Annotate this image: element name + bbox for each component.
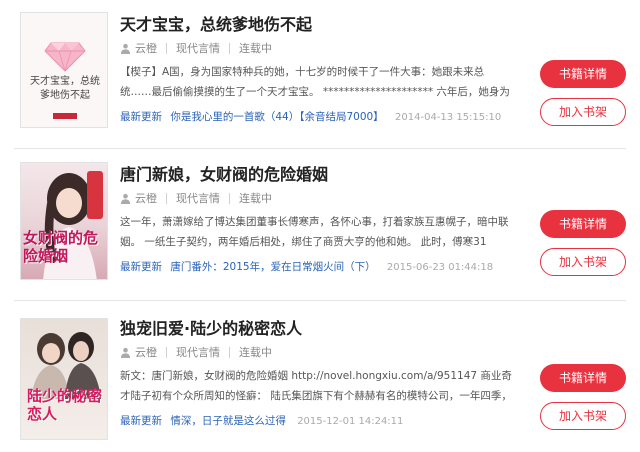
- book-author[interactable]: 云橙: [135, 190, 157, 206]
- latest-label: 最新更新: [120, 261, 162, 273]
- author-icon: [120, 43, 131, 54]
- latest-chapter-link[interactable]: 你是我心里的一首歌（44）【余音结局7000】: [170, 111, 383, 123]
- book-category[interactable]: 现代言情: [176, 40, 220, 56]
- meta-divider: [166, 192, 167, 204]
- meta-divider: [166, 346, 167, 358]
- book-meta: 云橙 现代言情 连载中: [120, 344, 272, 360]
- update-time: 2015-12-01 14:24:11: [297, 416, 404, 427]
- meta-divider: [166, 42, 167, 54]
- book-title[interactable]: 独宠旧爱·陆少的秘密恋人: [120, 315, 302, 339]
- cover-title: 天才宝宝，总统爹地伤不起: [30, 76, 100, 101]
- book-detail-button[interactable]: 书籍详情: [540, 210, 626, 238]
- add-to-shelf-button[interactable]: 加入书架: [540, 98, 626, 126]
- book-status: 连载中: [239, 346, 272, 359]
- book-category[interactable]: 现代言情: [176, 190, 220, 206]
- latest-update: 最新更新 唐门番外：2015年，爱在日常烟火间（下） 2015-06-23 01…: [120, 259, 493, 274]
- latest-chapter-link[interactable]: 情深，日子就是这么过得: [170, 415, 286, 427]
- meta-divider: [229, 42, 230, 54]
- latest-label: 最新更新: [120, 415, 162, 427]
- cover-title: 陆少的秘密恋人: [27, 387, 103, 423]
- book-description: 新文：唐门新娘，女财阀的危险婚姻 http://novel.hongxiu.co…: [120, 370, 512, 402]
- book-meta: 云橙 现代言情 连载中: [120, 190, 272, 206]
- book-description: 这一年，萧潇嫁给了博达集团董事长傅寒声，各怀心事，打着家族互惠幌子，暗中联姻。 …: [120, 216, 509, 248]
- book-status: 连载中: [239, 192, 272, 205]
- book-status: 连载中: [239, 42, 272, 55]
- book-title[interactable]: 天才宝宝，总统爹地伤不起: [120, 11, 312, 35]
- latest-chapter-link[interactable]: 唐门番外：2015年，爱在日常烟火间（下）: [170, 261, 375, 273]
- book-detail-button[interactable]: 书籍详情: [540, 60, 626, 88]
- author-icon: [120, 347, 131, 358]
- author-icon: [120, 193, 131, 204]
- book-author[interactable]: 云橙: [135, 40, 157, 56]
- book-description: 【楔子】A国，身为国家特种兵的她，十七岁的时候干了一件大事：她跟未来总统……最后…: [120, 66, 510, 98]
- book-item: 天才宝宝，总统爹地伤不起 天才宝宝，总统爹地伤不起 云橙 现代言情 连载中 【楔…: [0, 0, 640, 148]
- divider: [14, 300, 626, 301]
- book-cover[interactable]: 天才宝宝，总统爹地伤不起: [20, 12, 108, 128]
- book-category[interactable]: 现代言情: [176, 344, 220, 360]
- meta-divider: [229, 192, 230, 204]
- book-title[interactable]: 唐门新娘，女财阀的危险婚姻: [120, 161, 328, 185]
- update-time: 2015-06-23 01:44:18: [386, 262, 494, 273]
- cover-title: 女财阀的危险婚姻: [23, 229, 99, 265]
- latest-update: 最新更新 情深，日子就是这么过得 2015-12-01 14:24:11: [120, 413, 403, 428]
- book-author[interactable]: 云橙: [135, 344, 157, 360]
- diamond-ring-icon: [44, 42, 86, 119]
- add-to-shelf-button[interactable]: 加入书架: [540, 402, 626, 430]
- book-detail-button[interactable]: 书籍详情: [540, 364, 626, 392]
- add-to-shelf-button[interactable]: 加入书架: [540, 248, 626, 276]
- book-cover[interactable]: 女财阀的危险婚姻: [20, 162, 108, 280]
- book-item: 陆少的秘密恋人 独宠旧爱·陆少的秘密恋人 云橙 现代言情 连载中 新文：唐门新娘…: [0, 304, 640, 452]
- book-item: 女财阀的危险婚姻 唐门新娘，女财阀的危险婚姻 云橙 现代言情 连载中 这一年，萧…: [0, 150, 640, 298]
- book-meta: 云橙 现代言情 连载中: [120, 40, 272, 56]
- divider: [14, 148, 626, 149]
- update-time: 2014-04-13 15:15:10: [395, 112, 502, 123]
- book-cover[interactable]: 陆少的秘密恋人: [20, 318, 108, 440]
- latest-label: 最新更新: [120, 111, 162, 123]
- meta-divider: [229, 346, 230, 358]
- latest-update: 最新更新 你是我心里的一首歌（44）【余音结局7000】 2014-04-13 …: [120, 109, 501, 124]
